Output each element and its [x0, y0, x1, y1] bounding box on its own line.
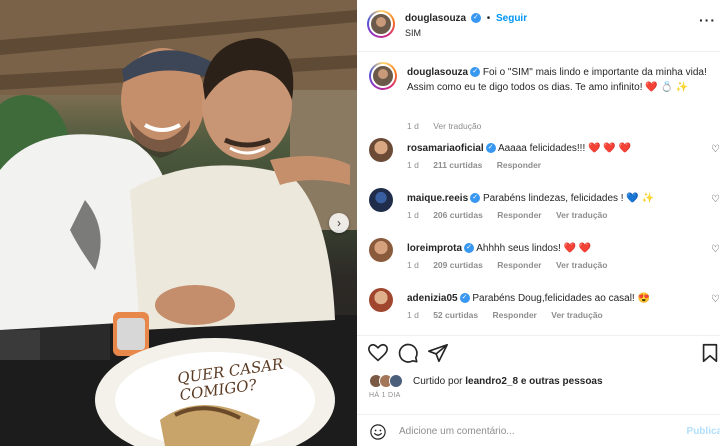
- liked-by-text: Curtido por leandro2_8 e outras pessoas: [413, 376, 603, 387]
- caption-row: douglasouza ✓ Foi o "SIM" mais lindo e im…: [369, 62, 720, 132]
- comment-item: loreimprota ✓ Ahhhh seus lindos! ❤️ ❤️ 1 …: [369, 238, 720, 282]
- comment-reply-link[interactable]: Responder: [497, 260, 541, 270]
- comment-meta: 1 d 211 curtidas Responder: [407, 160, 553, 170]
- comment-text-block: maique.reeis ✓ Parabéns lindezas, felicid…: [407, 191, 706, 206]
- follow-button[interactable]: Seguir: [496, 13, 527, 24]
- liked-by-prefix: Curtido por: [413, 376, 463, 387]
- verified-badge-icon: ✓: [470, 13, 481, 24]
- add-comment-bar: Adicione um comentário... Publicar: [357, 414, 720, 446]
- comment-meta: 1 d 209 curtidas Responder Ver tradução: [407, 260, 619, 270]
- post-photo[interactable]: QUER CASAR COMIGO? ›: [0, 0, 357, 446]
- commenter-avatar[interactable]: [369, 238, 393, 262]
- comment-like-heart-icon[interactable]: ♡: [711, 144, 720, 155]
- comment-text: Ahhhh seus lindos! ❤️ ❤️: [476, 243, 592, 254]
- liked-by-user[interactable]: leandro2_8: [465, 376, 518, 387]
- verified-badge-icon: ✓: [470, 193, 481, 204]
- comment-time: 1 d: [407, 310, 419, 320]
- verified-badge-icon: ✓: [485, 143, 496, 154]
- comment-translate-link[interactable]: Ver tradução: [556, 260, 608, 270]
- comment-likes[interactable]: 206 curtidas: [433, 210, 483, 220]
- liked-by-suffix[interactable]: e outras pessoas: [521, 376, 603, 387]
- author-avatar[interactable]: [367, 10, 395, 38]
- comment-username[interactable]: adenizia05: [407, 293, 458, 304]
- comment-time: 1 d: [407, 260, 419, 270]
- carousel-next-button[interactable]: ›: [329, 213, 349, 233]
- commenter-avatar[interactable]: [369, 288, 393, 312]
- comment-likes[interactable]: 52 curtidas: [433, 310, 478, 320]
- comment-item: rosamariaoficial ✓ Aaaaa felicidades!!! ❤…: [369, 138, 720, 182]
- comment-reply-link[interactable]: Responder: [497, 210, 541, 220]
- comment-like-heart-icon[interactable]: ♡: [711, 244, 720, 255]
- comment-reply-link[interactable]: Responder: [492, 310, 536, 320]
- comment-time: 1 d: [407, 160, 419, 170]
- liked-by-row: Curtido por leandro2_8 e outras pessoas: [369, 374, 709, 390]
- share-icon[interactable]: [427, 342, 449, 364]
- verified-badge-icon: ✓: [470, 67, 481, 78]
- liker-avatar[interactable]: [389, 374, 403, 388]
- comment-input[interactable]: Adicione um comentário...: [399, 426, 515, 437]
- post-date: HÁ 1 DIA: [369, 392, 401, 399]
- caption-avatar[interactable]: [369, 62, 397, 90]
- comment-time: 1 d: [407, 210, 419, 220]
- caption-time: 1 d: [407, 121, 419, 131]
- comment-text: Parabéns Doug,felicidades ao casal! 😍: [472, 293, 650, 304]
- comment-like-heart-icon[interactable]: ♡: [711, 294, 720, 305]
- comment-username[interactable]: rosamariaoficial: [407, 143, 484, 154]
- comment-meta: 1 d 52 curtidas Responder Ver tradução: [407, 310, 615, 320]
- more-options-icon[interactable]: ···: [699, 12, 716, 28]
- comment-translate-link[interactable]: Ver tradução: [551, 310, 603, 320]
- caption-text-block: douglasouza ✓ Foi o "SIM" mais lindo e im…: [407, 65, 708, 95]
- comment-text: Aaaaa felicidades!!! ❤️ ❤️ ❤️: [497, 143, 631, 154]
- publish-button[interactable]: Publicar: [687, 426, 720, 437]
- comment-text: Parabéns lindezas, felicidades ! 💙 ✨: [482, 193, 655, 204]
- commenter-avatar[interactable]: [369, 138, 393, 162]
- comment-username[interactable]: loreimprota: [407, 243, 462, 254]
- heart-icon[interactable]: [367, 342, 389, 364]
- comment-text-block: rosamariaoficial ✓ Aaaaa felicidades!!! ❤…: [407, 141, 706, 156]
- post-action-bar: [357, 335, 720, 369]
- post-details-panel: douglasouza ✓ • Seguir SIM ··· douglasou…: [357, 0, 720, 446]
- header-separator: •: [486, 13, 491, 24]
- caption-username[interactable]: douglasouza: [407, 67, 468, 78]
- caption-translate-link[interactable]: Ver tradução: [433, 121, 481, 131]
- comment-likes[interactable]: 209 curtidas: [433, 260, 483, 270]
- commenter-avatar[interactable]: [369, 188, 393, 212]
- header-subtitle: SIM: [405, 28, 422, 38]
- caption-meta: 1 d Ver tradução: [407, 121, 493, 131]
- comment-username[interactable]: maique.reeis: [407, 193, 468, 204]
- verified-badge-icon: ✓: [464, 243, 475, 254]
- comment-like-heart-icon[interactable]: ♡: [711, 194, 720, 205]
- comments-list[interactable]: douglasouza ✓ Foi o "SIM" mais lindo e im…: [357, 52, 720, 329]
- comment-reply-link[interactable]: Responder: [497, 160, 541, 170]
- comment-text-block: adenizia05 ✓ Parabéns Doug,felicidades ao…: [407, 291, 706, 306]
- post-header: douglasouza ✓ • Seguir SIM ···: [357, 0, 720, 52]
- comment-item: maique.reeis ✓ Parabéns lindezas, felicid…: [369, 188, 720, 232]
- comment-item: adenizia05 ✓ Parabéns Doug,felicidades ao…: [369, 288, 720, 332]
- verified-badge-icon: ✓: [459, 293, 470, 304]
- author-username[interactable]: douglasouza: [405, 13, 466, 24]
- comment-translate-link[interactable]: Ver tradução: [556, 210, 608, 220]
- comment-meta: 1 d 206 curtidas Responder Ver tradução: [407, 210, 619, 220]
- comment-text-block: loreimprota ✓ Ahhhh seus lindos! ❤️ ❤️: [407, 241, 706, 256]
- chevron-right-icon: ›: [337, 216, 341, 230]
- emoji-icon[interactable]: [369, 423, 387, 441]
- bookmark-icon[interactable]: [699, 342, 720, 364]
- comment-likes[interactable]: 211 curtidas: [433, 160, 482, 170]
- comment-icon[interactable]: [397, 342, 419, 364]
